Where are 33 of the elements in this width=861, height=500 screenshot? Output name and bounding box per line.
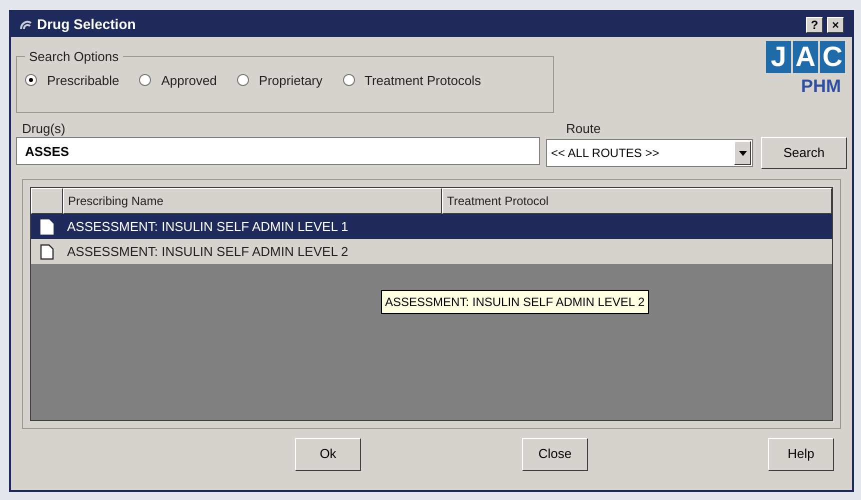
dialog-button[interactable]: Close <box>522 438 588 470</box>
column-header[interactable]: Prescribing Name <box>63 188 442 214</box>
document-icon <box>40 218 54 234</box>
window-title: Drug Selection <box>37 15 137 34</box>
drug-search-field[interactable]: ASSES <box>16 137 540 165</box>
table-cell-text: ASSESSMENT: INSULIN SELF ADMIN LEVEL 1 <box>66 218 350 236</box>
header-corner <box>31 188 63 214</box>
table-cell-text: ASSESSMENT: INSULIN SELF ADMIN LEVEL 2 <box>66 242 350 261</box>
radio-button[interactable] <box>342 74 354 86</box>
title-bar-button[interactable]: × <box>827 16 844 32</box>
radio-option[interactable]: Prescribable <box>25 70 120 90</box>
field-label: Route <box>565 120 602 137</box>
radio-button[interactable] <box>236 74 249 86</box>
dialog-button[interactable]: Help <box>768 438 834 470</box>
dialog-button[interactable]: Search <box>761 137 847 169</box>
title-bar-button[interactable]: ? <box>806 16 823 32</box>
group-label: Search Options <box>28 48 120 66</box>
field-label: Drug(s) <box>21 120 66 137</box>
column-header[interactable]: Treatment Protocol <box>442 188 832 214</box>
radio-option[interactable]: Treatment Protocols <box>342 70 482 90</box>
dialog-button[interactable]: Ok <box>295 438 361 470</box>
app-icon <box>19 18 33 30</box>
logo-subtitle: PHM <box>801 75 842 98</box>
tooltip: ASSESSMENT: INSULIN SELF ADMIN LEVEL 2 <box>381 290 649 314</box>
table-row[interactable]: ASSESSMENT: INSULIN SELF ADMIN LEVEL 1 <box>31 214 832 239</box>
radio-button[interactable] <box>139 74 152 86</box>
table-row[interactable]: ASSESSMENT: INSULIN SELF ADMIN LEVEL 2 <box>31 239 832 264</box>
logo: J A C <box>766 41 845 73</box>
route-dropdown[interactable]: << ALL ROUTES >> <box>546 139 753 167</box>
radio-option[interactable]: Proprietary <box>236 70 322 90</box>
radio-option[interactable]: Approved <box>139 70 217 90</box>
radio-button[interactable] <box>25 74 37 86</box>
document-icon <box>40 244 54 260</box>
